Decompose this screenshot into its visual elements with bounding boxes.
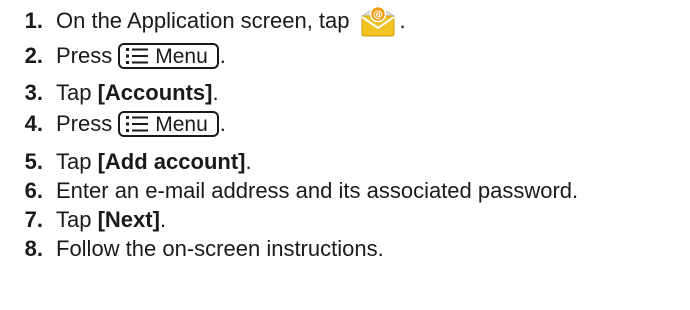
step-text: Tap [Accounts] . <box>56 80 219 105</box>
step-text: Tap [Next] . <box>56 207 167 232</box>
step-text: Follow the on-screen instructions. <box>56 236 384 261</box>
step-number: 6. <box>24 178 43 203</box>
accounts-label: [Accounts] <box>97 80 213 105</box>
step-number: 3. <box>24 80 43 105</box>
step-2: 2. Press Menu . <box>0 41 226 71</box>
next-label: [Next] <box>97 207 160 232</box>
step-number: 2. <box>24 43 43 68</box>
step-4: 4. Press Menu . <box>0 109 226 139</box>
menu-list-icon <box>126 116 149 132</box>
step-3: 3. Tap [Accounts] . <box>0 78 219 108</box>
instruction-steps: 1. On the Application screen, tap @ . 2.… <box>0 0 690 310</box>
menu-key[interactable]: Menu <box>118 43 219 69</box>
step-number: 8. <box>24 236 43 261</box>
step-number: 4. <box>24 111 43 136</box>
menu-list-icon <box>126 48 149 64</box>
step-6: 6. Enter an e-mail address and its assoc… <box>0 176 579 206</box>
menu-key[interactable]: Menu <box>118 111 219 137</box>
at-sign-glyph: @ <box>373 10 383 21</box>
add-account-label: [Add account] <box>97 149 246 174</box>
menu-key-label: Menu <box>155 112 208 136</box>
step-text: Tap [Add account] . <box>56 149 252 174</box>
step-1: 1. On the Application screen, tap @ . <box>0 4 406 38</box>
step-text: On the Application screen, tap @ . <box>56 4 406 38</box>
step-5: 5. Tap [Add account] . <box>0 147 252 177</box>
email-app-icon[interactable]: @ <box>358 4 398 38</box>
step-text: Press Menu . <box>56 43 226 69</box>
step-text: Press Menu . <box>56 111 226 137</box>
step-number: 7. <box>24 207 43 232</box>
step-8: 8. Follow the on-screen instructions. <box>0 234 384 264</box>
step-7: 7. Tap [Next] . <box>0 205 166 235</box>
menu-key-label: Menu <box>155 44 208 68</box>
step-text: Enter an e-mail address and its associat… <box>56 178 579 203</box>
step-number: 5. <box>24 149 43 174</box>
step-number: 1. <box>24 8 43 33</box>
